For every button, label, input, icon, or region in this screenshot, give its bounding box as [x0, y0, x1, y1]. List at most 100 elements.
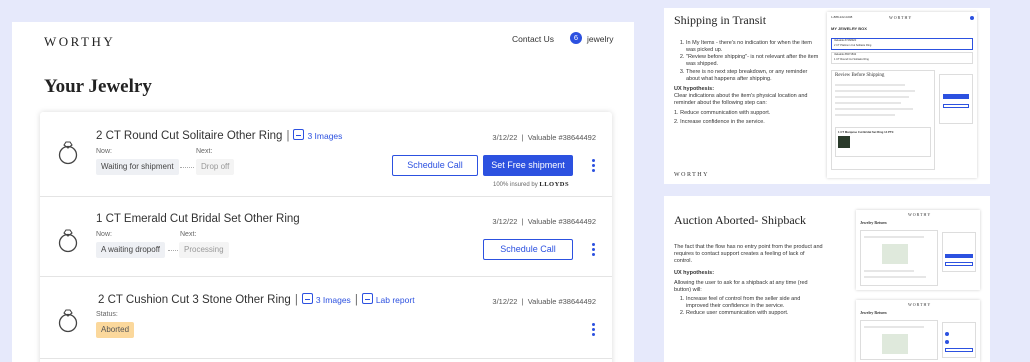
problem-point: There is no next step breakdown, or any …: [686, 69, 822, 83]
slide-intro: The fact that the flow has no entry poin…: [674, 244, 823, 265]
status-connector: [180, 167, 194, 168]
slide-body: In My Items - there's no indication for …: [674, 40, 822, 129]
slide-auction-aborted: Auction Aborted- Shipback The fact that …: [664, 196, 990, 362]
next-label: Next:: [196, 148, 213, 155]
mock-row-sub: 2 CT Platinum Cut Solitaire Ring: [834, 44, 872, 47]
slide-shipping-in-transit: Shipping in Transit In My Items - there'…: [664, 8, 990, 184]
mock-line: [864, 270, 914, 272]
images-icon[interactable]: [293, 129, 305, 140]
ring-icon: [58, 141, 78, 165]
item-title: 1 CT Emerald Cut Bridal Set Other Ring: [96, 213, 300, 225]
mock-line: [835, 102, 901, 104]
slide-logo: WORTHY: [674, 172, 709, 178]
slide-body: The fact that the flow has no entry poin…: [674, 244, 824, 317]
mock-heading: Jewelry Return: [860, 310, 887, 315]
lab-report-link[interactable]: Lab report: [376, 295, 415, 305]
mock-logo: WORTHY: [908, 212, 932, 217]
problem-list: In My Items - there's no indication for …: [674, 40, 822, 83]
item-meta: 3/12/22 | Valuable #38644492: [492, 297, 596, 306]
item-valuable-id: Valuable #38644492: [527, 133, 596, 142]
contact-us-link[interactable]: Contact Us: [512, 34, 554, 44]
mockup-jewelry-return-1: WORTHY Jewelry Return: [856, 210, 980, 290]
images-link[interactable]: 3 Images: [307, 131, 342, 141]
mock-line: [864, 276, 926, 278]
mock-logo: WORTHY: [908, 302, 932, 307]
item-title: 2 CT Cushion Cut 3 Stone Other Ring: [98, 294, 291, 306]
problem-point: In My Items - there's no indication for …: [686, 40, 822, 54]
mock-heading: Jewelry Return: [860, 220, 887, 225]
mock-radio: [945, 332, 949, 336]
next-label: Next:: [180, 231, 197, 238]
mock-radio: [945, 340, 949, 344]
slide-title: Auction Aborted- Shipback: [674, 213, 806, 227]
mock-primary-button: [943, 94, 969, 99]
item-date: 3/12/22: [492, 133, 518, 142]
ring-icon: [58, 229, 78, 253]
title-separator: |: [354, 294, 358, 306]
jewelry-menu-link[interactable]: jewelry: [587, 34, 613, 44]
item-meta: 3/12/22 | Valuable #38644492: [492, 133, 596, 142]
insurance-note: 100% insured by LLOYDS: [493, 181, 569, 188]
slide-title: Shipping in Transit: [674, 13, 767, 27]
mock-side-panel: [942, 232, 976, 272]
mock-phone: 1-888-222-0208: [831, 15, 853, 19]
problem-point: "Review before shipping"- is not relevan…: [686, 54, 822, 68]
mock-secondary-button: [945, 262, 973, 266]
mock-line: [835, 90, 915, 92]
more-options-icon[interactable]: [592, 243, 596, 258]
mock-line: [835, 114, 895, 116]
item-valuable-id: Valuable #38644492: [527, 217, 596, 226]
hypothesis-heading: UX hypothesis:: [674, 270, 715, 277]
hypothesis-text: Clear indications about the item's physi…: [674, 92, 808, 107]
next-status-chip: Processing: [179, 242, 229, 258]
item-date: 3/12/22: [492, 297, 518, 306]
status-connector: [168, 250, 178, 251]
now-status-chip: A waiting dropoff: [96, 242, 166, 258]
jewelry-item-2: 1 CT Emerald Cut Bridal Set Other Ring 3…: [40, 197, 612, 277]
mock-line: [835, 96, 909, 98]
title-separator: |: [286, 130, 290, 142]
mock-secondary-button: [943, 104, 969, 108]
item-title-row: 2 CT Cushion Cut 3 Stone Other Ring | 3 Im…: [98, 293, 415, 306]
more-options-icon[interactable]: [592, 323, 596, 338]
mock-map: [882, 244, 908, 264]
mock-row-title: Valuable #7468920: [834, 39, 857, 42]
top-bar: WORTHY Contact Us 6 jewelry: [12, 22, 634, 60]
mock-review-title: Review Before Shipping: [835, 73, 885, 78]
jewelry-list: 2 CT Round Cut Solitaire Other Ring | 3 Im…: [40, 112, 612, 362]
now-label: Now:: [96, 148, 112, 155]
mock-row-sub: 1 CT Round Cut Solitaire Ring: [834, 58, 869, 61]
ring-icon: [58, 309, 78, 333]
images-icon[interactable]: [301, 293, 313, 304]
mock-logo: WORTHY: [889, 15, 913, 20]
worthy-logo[interactable]: WORTHY: [44, 34, 115, 50]
insured-text: 100% insured by: [493, 182, 538, 188]
page-title: Your Jewelry: [44, 76, 152, 97]
schedule-call-button[interactable]: Schedule Call: [392, 155, 478, 176]
status-label: Status:: [96, 311, 118, 318]
item-date: 3/12/22: [492, 217, 518, 226]
jewelry-item-1: 2 CT Round Cut Solitaire Other Ring | 3 Im…: [40, 112, 612, 197]
aborted-status-chip: Aborted: [96, 322, 135, 338]
jewelry-count-badge[interactable]: 6: [570, 32, 582, 44]
schedule-call-button[interactable]: Schedule Call: [483, 239, 573, 260]
item-title: 2 CT Round Cut Solitaire Other Ring: [96, 130, 283, 142]
mock-map: [882, 334, 908, 354]
mockup-jewelry-return-2: WORTHY Jewelry Return: [856, 300, 980, 362]
benefit-point: Reduce user communication with support.: [686, 310, 824, 317]
mockup-my-jewelry-box: 1-888-222-0208 WORTHY MY JEWELRY BOX Val…: [827, 12, 977, 178]
set-free-shipment-button[interactable]: Set Free shipment: [483, 155, 573, 176]
mock-heading: MY JEWELRY BOX: [831, 26, 867, 31]
item-meta: 3/12/22 | Valuable #38644492: [492, 217, 596, 226]
next-status-chip: Drop off: [196, 159, 235, 175]
images-link[interactable]: 3 Images: [316, 295, 351, 305]
title-separator: |: [294, 294, 298, 306]
item-valuable-id: Valuable #38644492: [527, 297, 596, 306]
mock-badge: [970, 16, 974, 20]
mock-row-title: Valuable #8471842: [834, 53, 857, 56]
benefit-list: Increase feel of control from the seller…: [674, 296, 824, 317]
more-options-icon[interactable]: [592, 159, 596, 174]
lab-report-icon[interactable]: [361, 293, 373, 304]
mock-secondary-button: [945, 348, 973, 352]
lloyds-logo: LLOYDS: [539, 181, 570, 188]
